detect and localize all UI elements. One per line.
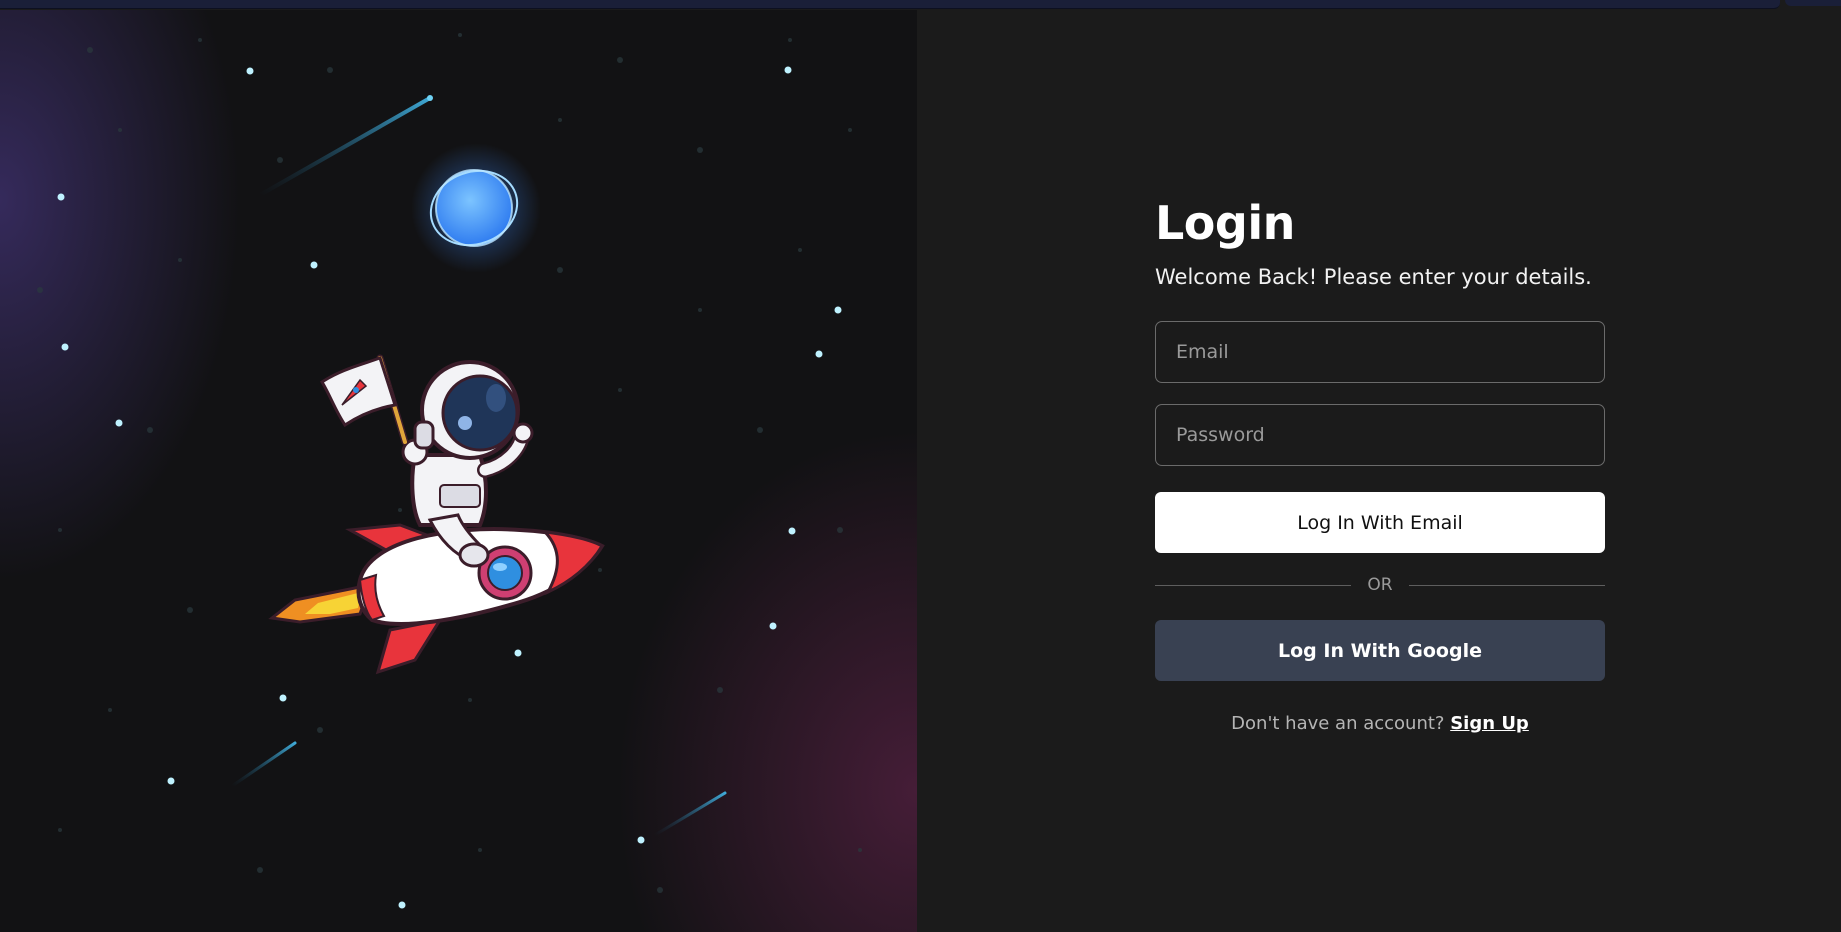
- email-field[interactable]: [1155, 321, 1605, 383]
- divider-line-right: [1408, 584, 1606, 586]
- signup-row: Don't have an account? Sign Up: [1155, 713, 1605, 734]
- space-illustration-panel: [0, 10, 917, 932]
- browser-top-strip-right: [1785, 0, 1841, 6]
- signup-prompt: Don't have an account?: [1231, 713, 1445, 734]
- signup-link[interactable]: Sign Up: [1450, 713, 1529, 734]
- astronaut-on-rocket: [268, 354, 605, 675]
- or-divider: OR: [1155, 570, 1606, 600]
- page-subtitle: Welcome Back! Please enter your details.: [1155, 265, 1592, 289]
- divider-label: OR: [1367, 575, 1393, 595]
- password-field[interactable]: [1155, 404, 1605, 466]
- browser-top-strip: [0, 0, 1780, 9]
- space-scene: [37, 33, 862, 909]
- blue-planet: [411, 143, 541, 273]
- divider-line-left: [1155, 584, 1352, 586]
- login-with-google-button[interactable]: Log In With Google: [1155, 620, 1605, 681]
- login-with-email-button[interactable]: Log In With Email: [1155, 492, 1605, 553]
- page-title: Login: [1155, 196, 1295, 250]
- login-form: Login Welcome Back! Please enter your de…: [1155, 195, 1606, 734]
